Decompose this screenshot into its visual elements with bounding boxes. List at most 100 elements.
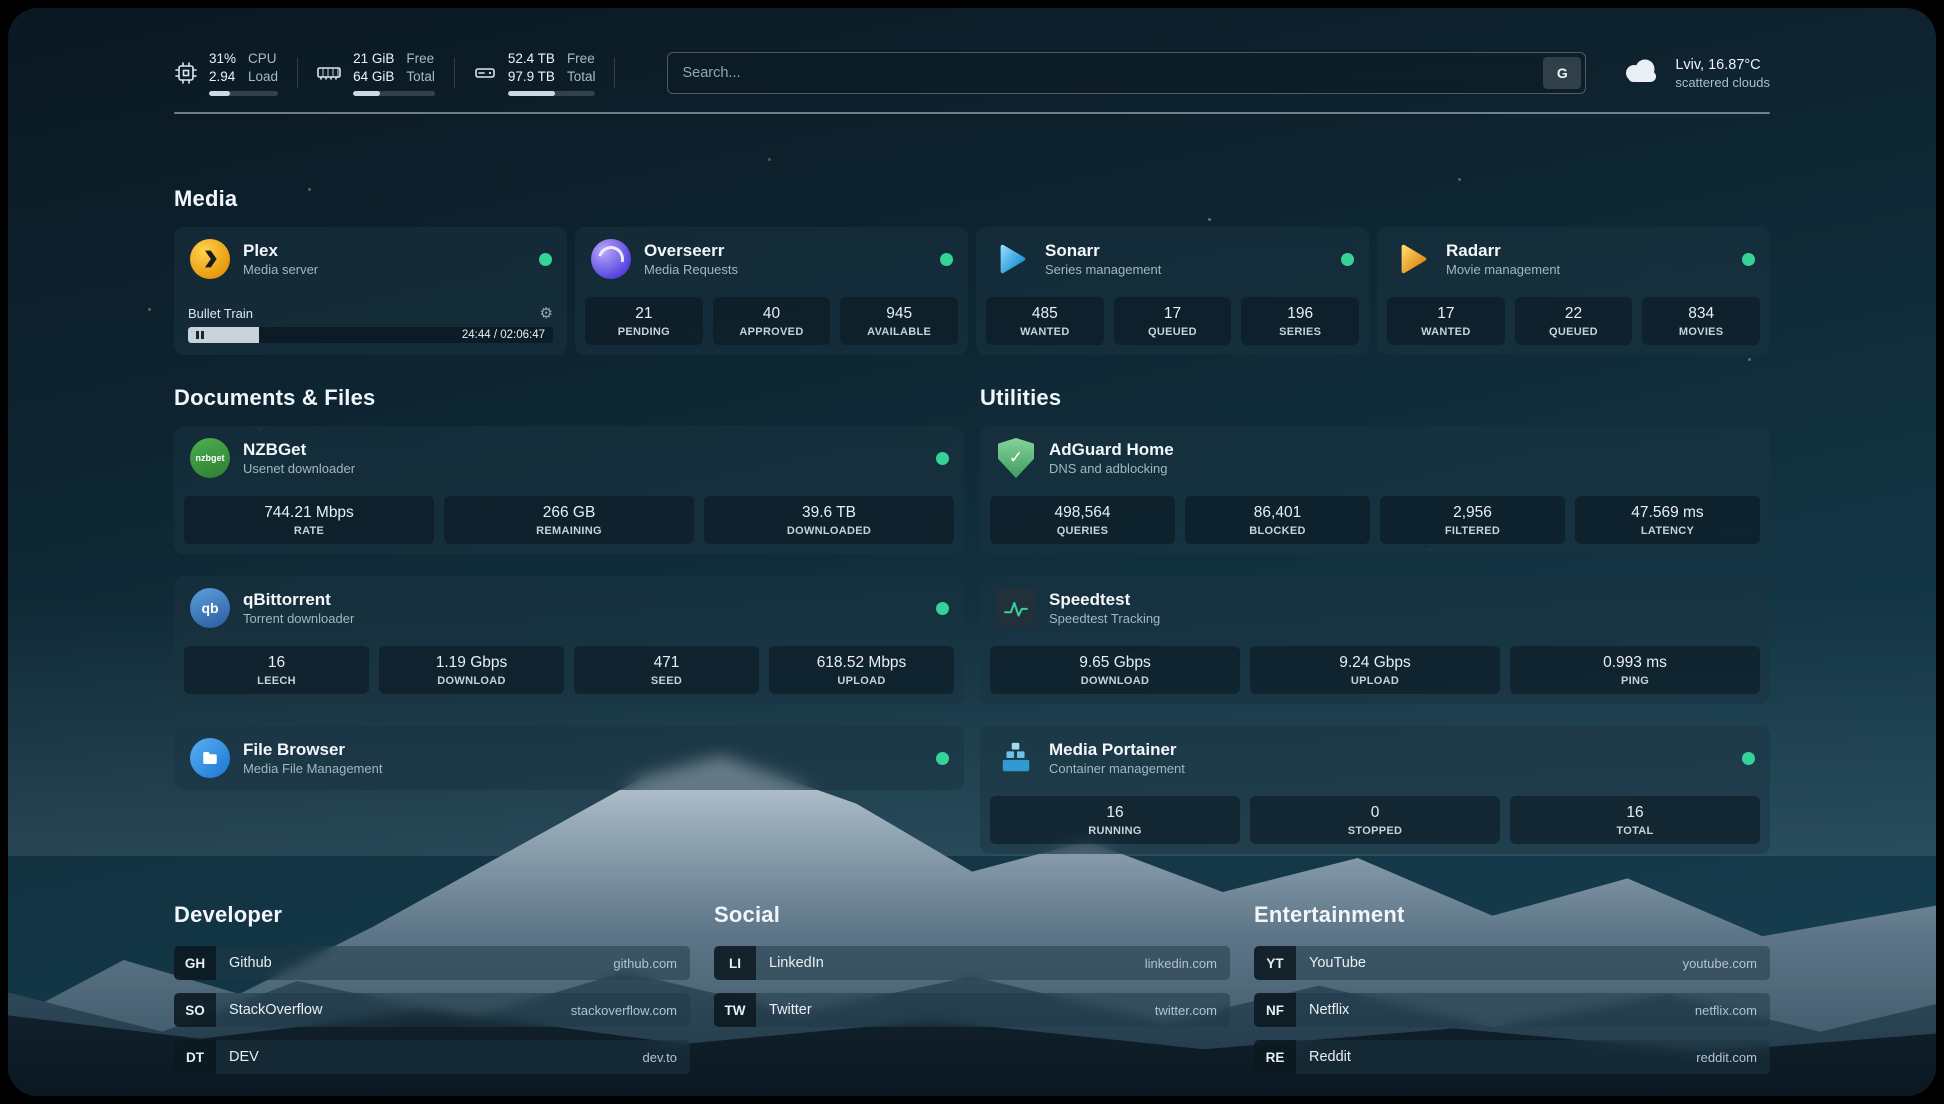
service-card-speedtest[interactable]: Speedtest Speedtest Tracking 9.65 Gbps D… (980, 576, 1770, 704)
service-name: File Browser (243, 740, 382, 760)
bookmark-url: netflix.com (1695, 1003, 1770, 1018)
stat-download: 1.19 Gbps DOWNLOAD (379, 646, 564, 694)
bookmark-reddit[interactable]: RE Reddit reddit.com (1254, 1040, 1770, 1074)
cloud-icon (1620, 56, 1662, 91)
pause-icon[interactable] (196, 331, 204, 339)
stat-running: 16 RUNNING (990, 796, 1240, 844)
bookmark-url: stackoverflow.com (571, 1003, 690, 1018)
bookmark-dev[interactable]: DT DEV dev.to (174, 1040, 690, 1074)
speedtest-pulse-icon (996, 588, 1036, 628)
service-desc: Speedtest Tracking (1049, 611, 1160, 626)
cpu-load-value: 2.94 (209, 68, 236, 86)
service-card-nzbget[interactable]: nzbget NZBGet Usenet downloader 744.21 M… (174, 426, 964, 554)
cpu-icon (174, 61, 198, 85)
qbittorrent-icon: qb (190, 588, 230, 628)
bookmark-netflix[interactable]: NF Netflix netflix.com (1254, 993, 1770, 1027)
service-card-adguard[interactable]: ✓ AdGuard Home DNS and adblocking 498,56… (980, 426, 1770, 554)
bookmark-twitter[interactable]: TW Twitter twitter.com (714, 993, 1230, 1027)
disk-widget: 52.4 TB 97.9 TB Free Total (473, 50, 616, 95)
service-name: Sonarr (1045, 241, 1161, 261)
section-title-entertainment: Entertainment (1254, 902, 1770, 928)
nzbget-icon: nzbget (190, 438, 230, 478)
bookmark-name: Reddit (1296, 1049, 1696, 1065)
bookmark-abbr: SO (174, 993, 216, 1027)
weather-condition: scattered clouds (1675, 75, 1770, 90)
service-name: AdGuard Home (1049, 440, 1174, 460)
cpu-label-bottom: Load (248, 68, 278, 86)
resource-widgets: 31% 2.94 CPU Load (174, 50, 633, 95)
status-dot (1742, 752, 1755, 765)
section-title-documents: Documents & Files (174, 385, 964, 411)
stat-upload: 618.52 Mbps UPLOAD (769, 646, 954, 694)
service-card-sonarr[interactable]: Sonarr Series management 485 WANTED 17 Q… (976, 227, 1369, 355)
service-name: qBittorrent (243, 590, 354, 610)
service-card-filebrowser[interactable]: File Browser Media File Management (174, 726, 964, 790)
stat-stopped: 0 STOPPED (1250, 796, 1500, 844)
bookmark-github[interactable]: GH Github github.com (174, 946, 690, 980)
cpu-label-top: CPU (248, 50, 278, 68)
service-card-radarr[interactable]: Radarr Movie management 17 WANTED 22 QUE… (1377, 227, 1770, 355)
bookmark-name: DEV (216, 1049, 643, 1065)
status-dot (1742, 253, 1755, 266)
service-desc: Series management (1045, 262, 1161, 277)
stat-leech: 16 LEECH (184, 646, 369, 694)
service-card-portainer[interactable]: Media Portainer Container management 16 … (980, 726, 1770, 854)
bookmark-abbr: NF (1254, 993, 1296, 1027)
ram-label-top: Free (406, 50, 435, 68)
now-playing-title: Bullet Train (188, 306, 253, 321)
service-desc: Torrent downloader (243, 611, 354, 626)
stat-downloaded: 39.6 TB DOWNLOADED (704, 496, 954, 544)
bookmark-youtube[interactable]: YT YouTube youtube.com (1254, 946, 1770, 980)
bookmark-abbr: RE (1254, 1040, 1296, 1074)
service-card-plex[interactable]: Plex Media server Bullet Train ⚙ 24:44 /… (174, 227, 567, 355)
bookmarks-developer: Developer GH Github github.com SO StackO… (174, 902, 690, 1087)
stat-latency: 47.569 ms LATENCY (1575, 496, 1760, 544)
portainer-containers-icon (996, 738, 1036, 778)
service-desc: Media server (243, 262, 318, 277)
bookmarks-entertainment: Entertainment YT YouTube youtube.com NF … (1254, 902, 1770, 1087)
documents-column: Documents & Files nzbget NZBGet Usenet d… (174, 385, 964, 790)
search-provider-button[interactable]: G (1543, 57, 1581, 89)
settings-gear-icon[interactable]: ⚙ (540, 306, 553, 321)
status-dot (1341, 253, 1354, 266)
bookmark-name: LinkedIn (756, 955, 1145, 971)
sonarr-icon (992, 239, 1032, 279)
playback-time: 24:44 / 02:06:47 (462, 328, 545, 342)
bookmark-linkedin[interactable]: LI LinkedIn linkedin.com (714, 946, 1230, 980)
weather-widget: Lviv, 16.87°C scattered clouds (1620, 56, 1770, 91)
disk-total-value: 97.9 TB (508, 68, 555, 86)
service-desc: Media File Management (243, 761, 382, 776)
bookmark-name: Netflix (1296, 1002, 1695, 1018)
disk-label-top: Free (567, 50, 596, 68)
stat-download: 9.65 Gbps DOWNLOAD (990, 646, 1240, 694)
service-card-overseerr[interactable]: Overseerr Media Requests 21 PENDING 40 A… (575, 227, 968, 355)
cpu-usage-value: 31% (209, 50, 236, 68)
bookmark-name: Github (216, 955, 613, 971)
section-title-developer: Developer (174, 902, 690, 928)
bookmark-stackoverflow[interactable]: SO StackOverflow stackoverflow.com (174, 993, 690, 1027)
dashboard-content: 31% 2.94 CPU Load (8, 46, 1936, 1096)
stat-rate: 744.21 Mbps RATE (184, 496, 434, 544)
service-desc: DNS and adblocking (1049, 461, 1174, 476)
bookmark-abbr: YT (1254, 946, 1296, 980)
ram-label-bottom: Total (406, 68, 435, 86)
service-card-qbittorrent[interactable]: qb qBittorrent Torrent downloader 16 LEE… (174, 576, 964, 704)
service-name: NZBGet (243, 440, 355, 460)
utilities-column: Utilities ✓ AdGuard Home DNS and adblock… (980, 385, 1770, 854)
bookmark-name: StackOverflow (216, 1002, 571, 1018)
stat-upload: 9.24 Gbps UPLOAD (1250, 646, 1500, 694)
search-input[interactable] (668, 65, 1543, 81)
topbar-divider (174, 112, 1770, 114)
stat-approved: 40 APPROVED (713, 297, 831, 345)
disk-progress-bar (508, 91, 596, 96)
stat-ping: 0.993 ms PING (1510, 646, 1760, 694)
playback-progress-bar: 24:44 / 02:06:47 (188, 327, 553, 343)
stat-queries: 498,564 QUERIES (990, 496, 1175, 544)
bookmark-url: youtube.com (1683, 956, 1770, 971)
stat-available: 945 AVAILABLE (840, 297, 958, 345)
bookmark-url: reddit.com (1696, 1050, 1770, 1065)
stat-queued: 17 QUEUED (1114, 297, 1232, 345)
service-desc: Media Requests (644, 262, 738, 277)
cpu-progress-bar (209, 91, 278, 96)
disk-label-bottom: Total (567, 68, 596, 86)
